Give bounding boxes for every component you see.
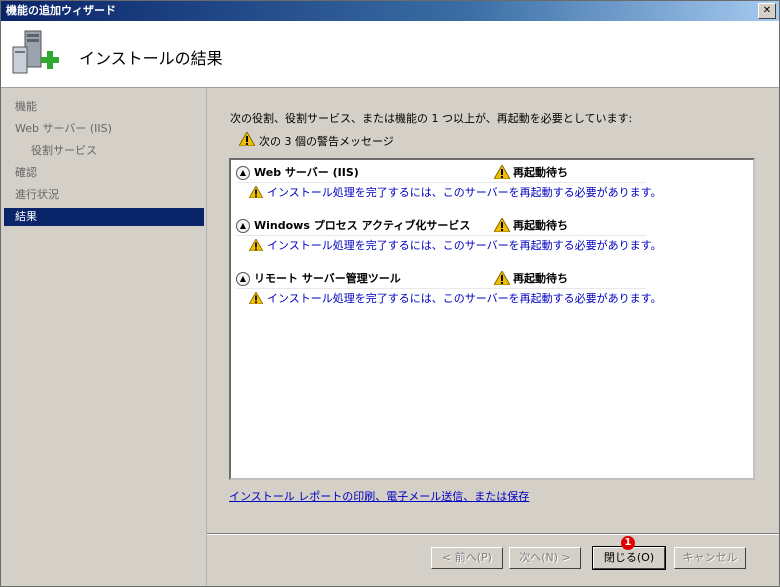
annotation-badge: 1 xyxy=(621,536,635,550)
close-window-button[interactable]: ✕ xyxy=(758,3,776,19)
cancel-button[interactable]: キャンセル xyxy=(674,547,746,569)
wizard-steps-sidebar: 機能 Web サーバー (IIS) 役割サービス 確認 進行状況 結果 xyxy=(1,88,207,586)
warning-count-text: 次の 3 個の警告メッセージ xyxy=(259,135,394,148)
sidebar-item-results[interactable]: 結果 xyxy=(4,208,204,226)
report-link[interactable]: インストール レポートの印刷、電子メール送信、または保存 xyxy=(229,488,529,504)
close-button[interactable]: 閉じる(O) xyxy=(592,546,666,570)
prev-button[interactable]: < 前へ(P) xyxy=(431,547,503,569)
status-text: 再起動待ち xyxy=(513,166,568,179)
group-header: ▲ Windows プロセス アクティブ化サービス 再起動待ち xyxy=(236,217,646,236)
warning-icon xyxy=(494,165,510,179)
group-name: Windows プロセス アクティブ化サービス xyxy=(254,219,471,232)
title-bar: 機能の追加ウィザード ✕ xyxy=(1,1,779,21)
warning-icon xyxy=(494,271,510,285)
detail-text: インストール処理を完了するには、このサーバーを再起動する必要があります。 xyxy=(267,186,662,199)
warning-icon xyxy=(249,186,263,198)
sidebar-item-features[interactable]: 機能 xyxy=(4,98,204,116)
window-title: 機能の追加ウィザード xyxy=(6,4,116,17)
wizard-header: インストールの結果 xyxy=(1,21,779,88)
warning-icon xyxy=(239,132,255,146)
status-text: 再起動待ち xyxy=(513,219,568,232)
detail-text: インストール処理を完了するには、このサーバーを再起動する必要があります。 xyxy=(267,292,662,305)
sidebar-item-confirmation[interactable]: 確認 xyxy=(4,164,204,182)
page-title: インストールの結果 xyxy=(79,49,223,68)
collapse-icon[interactable]: ▲ xyxy=(236,166,250,180)
detail-text: インストール処理を完了するには、このサーバーを再起動する必要があります。 xyxy=(267,239,662,252)
button-separator xyxy=(207,533,779,535)
results-list[interactable]: ▲ Web サーバー (IIS) 再起動待ち インストール処理を完了するには、こ… xyxy=(229,158,755,480)
sidebar-item-role-services[interactable]: 役割サービス xyxy=(4,142,204,160)
group-name: リモート サーバー管理ツール xyxy=(254,272,401,285)
status-text: 再起動待ち xyxy=(513,272,568,285)
group-header: ▲ Web サーバー (IIS) 再起動待ち xyxy=(236,164,646,183)
warning-icon xyxy=(249,292,263,304)
warning-icon xyxy=(494,218,510,232)
group-header: ▲ リモート サーバー管理ツール 再起動待ち xyxy=(236,270,646,289)
wizard-window: 機能の追加ウィザード ✕ インストールの結果 機能 Web サーバー (IIS)… xyxy=(0,0,780,587)
server-add-icon xyxy=(12,30,59,74)
group-name: Web サーバー (IIS) xyxy=(254,166,359,179)
collapse-icon[interactable]: ▲ xyxy=(236,272,250,286)
warning-icon xyxy=(249,239,263,251)
sidebar-item-progress[interactable]: 進行状況 xyxy=(4,186,204,204)
sidebar-item-web-server[interactable]: Web サーバー (IIS) xyxy=(4,120,204,138)
restart-message: 次の役割、役割サービス、または機能の 1 つ以上が、再起動を必要としています: xyxy=(230,112,633,125)
collapse-icon[interactable]: ▲ xyxy=(236,219,250,233)
results-panel: 次の役割、役割サービス、または機能の 1 つ以上が、再起動を必要としています: … xyxy=(207,88,779,528)
next-button[interactable]: 次へ(N) > xyxy=(509,547,581,569)
